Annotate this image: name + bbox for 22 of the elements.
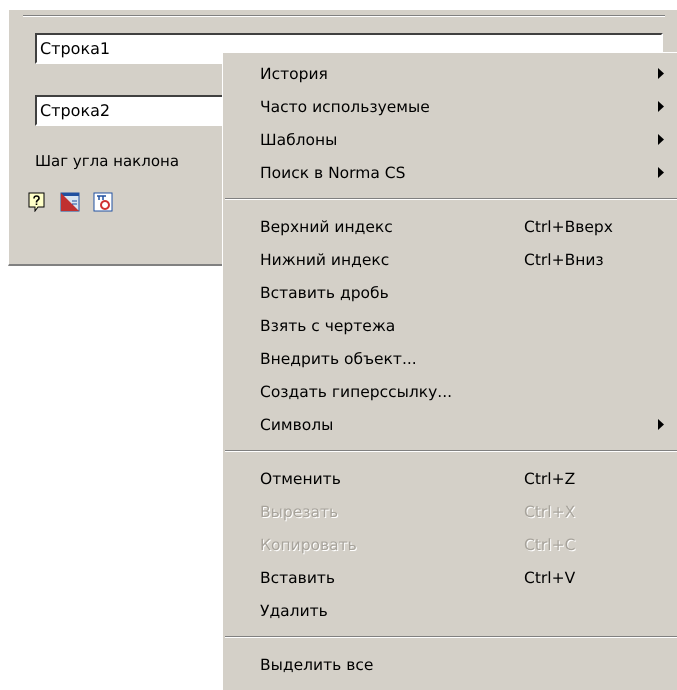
menu-item[interactable]: Создать гиперссылку... — [223, 375, 677, 408]
menu-item[interactable]: Верхний индекс Ctrl+Вверх — [223, 210, 677, 243]
menu-item[interactable]: Вставить Ctrl+V — [223, 561, 677, 594]
menu-item[interactable]: Отменить Ctrl+Z — [223, 462, 677, 495]
submenu-arrow-icon — [658, 419, 664, 430]
submenu-arrow-icon — [658, 68, 664, 79]
menu-item[interactable]: Внедрить объект... — [223, 342, 677, 375]
menu-item[interactable]: Удалить — [223, 594, 677, 627]
menu-item[interactable]: Выделить все — [223, 648, 677, 681]
submenu-arrow-icon — [658, 167, 664, 178]
menu-item[interactable]: Взять с чертежа — [223, 309, 677, 342]
help-icon[interactable] — [27, 192, 47, 212]
menu-item[interactable]: Шаблоны — [223, 123, 677, 156]
menu-item[interactable]: Часто используемые — [223, 90, 677, 123]
submenu-arrow-icon — [658, 134, 664, 145]
menu-item[interactable]: Поиск в Norma CS — [223, 156, 677, 189]
menu-item[interactable]: Символы — [223, 408, 677, 441]
menu-item[interactable]: Нижний индекс Ctrl+Вниз — [223, 243, 677, 276]
submenu-arrow-icon — [658, 101, 664, 112]
angle-step-label: Шаг угла наклона — [35, 152, 180, 170]
menu-item[interactable]: Вставить дробь — [223, 276, 677, 309]
triangle-ruler-icon[interactable] — [60, 192, 80, 212]
